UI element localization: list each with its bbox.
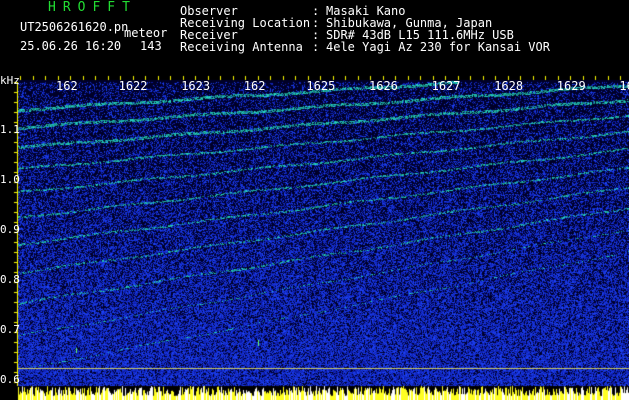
timestamp-text: 25.06.26 16:20 <box>20 39 122 53</box>
filename-text: UT2506261620.pn <box>20 20 129 34</box>
header-panel: HROFFT UT2506261620.pn meteor 25.06.26 1… <box>0 0 629 68</box>
antenna-sep: : <box>312 40 320 54</box>
category-text: meteor <box>124 26 168 40</box>
antenna-label: Receiving Antenna <box>180 40 303 54</box>
antenna-value: 4ele Yagi Az 230 for Kansai VOR <box>326 40 550 54</box>
brand-title: HROFFT <box>48 0 137 15</box>
spectrogram-canvas <box>0 68 629 400</box>
count-text: 143 <box>140 39 162 53</box>
hrofft-window: HROFFT UT2506261620.pn meteor 25.06.26 1… <box>0 0 629 400</box>
